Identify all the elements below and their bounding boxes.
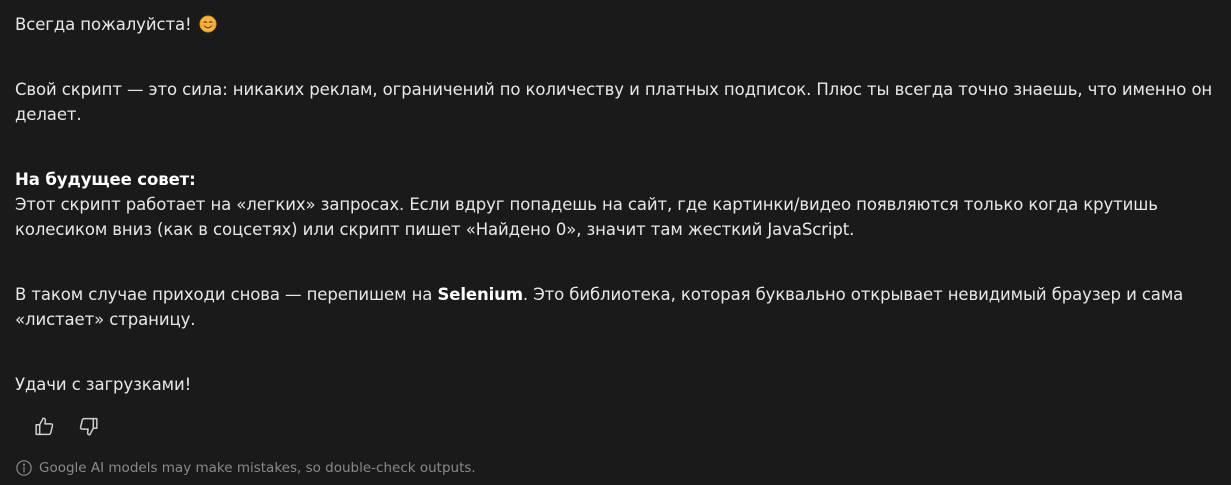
feedback-bar [28,412,104,440]
greeting-text: Всегда пожалуйста! [15,12,217,37]
tip-heading: На будущее совет: [15,170,196,189]
tip-body: Этот скрипт работает на «легких» запроса… [15,195,1158,239]
disclaimer-text: Google AI models may make mistakes, so d… [39,460,476,476]
thumbs-up-icon [34,416,53,435]
paragraph-own-script: Свой скрипт — это сила: никаких реклам, … [15,80,1213,124]
smiling-face-emoji-icon [199,15,217,33]
greeting-label: Всегда пожалуйста! [15,15,192,34]
ai-disclaimer: Google AI models may make mistakes, so d… [15,459,476,477]
selenium-text-before: В таком случае приходи снова — перепишем… [15,285,438,304]
thumbs-down-icon [79,417,98,436]
tip-block: На будущее совет: Этот скрипт работает н… [15,167,1215,242]
thumbs-down-button[interactable] [72,412,104,440]
closing-text: Удачи с загрузками! [15,375,192,394]
paragraph-selenium: В таком случае приходи снова — перепишем… [15,282,1215,332]
info-icon [16,460,32,476]
thumbs-up-button[interactable] [28,412,60,440]
selenium-bold: Selenium [437,285,523,304]
